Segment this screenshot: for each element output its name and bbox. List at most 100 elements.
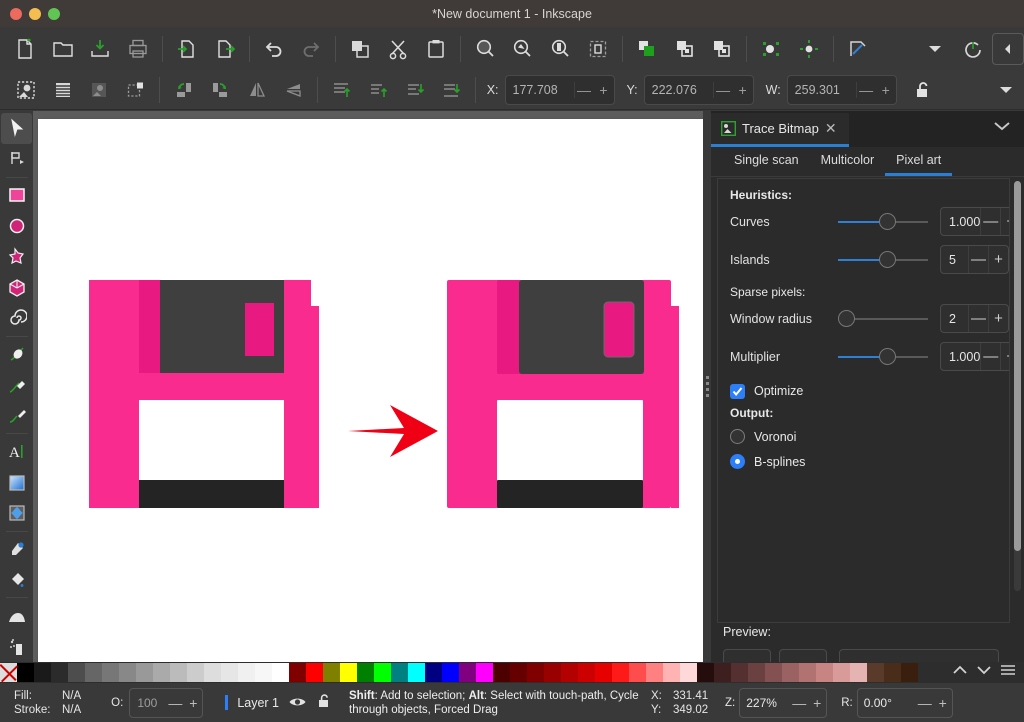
flip-horizontal-icon[interactable] <box>239 72 276 108</box>
flip-vertical-icon[interactable] <box>275 72 312 108</box>
redo-icon[interactable] <box>293 31 331 67</box>
pencil-tool[interactable] <box>1 370 32 401</box>
tab-pixel-art[interactable]: Pixel art <box>885 149 953 176</box>
palette-swatch[interactable] <box>357 663 374 682</box>
palette-swatch[interactable] <box>459 663 476 682</box>
group-icon[interactable] <box>628 31 666 67</box>
lock-open-icon[interactable] <box>316 693 333 712</box>
paint-bucket-tool[interactable] <box>1 565 32 596</box>
x-decrement-button[interactable]: — <box>573 81 594 98</box>
export-icon[interactable] <box>206 31 244 67</box>
undo-icon[interactable] <box>255 31 293 67</box>
fill-stroke-indicator[interactable]: Fill: N/A Stroke: N/A <box>14 689 81 717</box>
close-icon[interactable]: ✕ <box>825 120 837 137</box>
islands-slider[interactable] <box>838 251 928 269</box>
palette-swatch[interactable] <box>408 663 425 682</box>
islands-decrement-button[interactable]: — <box>968 246 988 273</box>
gradient-tool[interactable] <box>1 467 32 498</box>
rotate-cw-icon[interactable] <box>202 72 239 108</box>
palette-swatch[interactable] <box>255 663 272 682</box>
palette-swatch[interactable] <box>289 663 306 682</box>
palette-swatch[interactable] <box>340 663 357 682</box>
dock-footer-button-3[interactable] <box>839 649 999 663</box>
slider-knob[interactable] <box>838 310 855 327</box>
window-radius-slider[interactable] <box>838 310 928 328</box>
dock-footer-button-2[interactable] <box>779 649 827 663</box>
rotate-increment-button[interactable]: + <box>934 695 952 711</box>
canvas-area[interactable] <box>33 111 703 662</box>
opacity-decrement-button[interactable]: — <box>166 695 184 711</box>
slider-knob[interactable] <box>879 348 896 365</box>
enter-group-icon[interactable] <box>704 31 742 67</box>
x-increment-button[interactable]: + <box>594 82 614 98</box>
opacity-increment-button[interactable]: + <box>184 695 202 711</box>
palette-swatch[interactable] <box>833 663 850 682</box>
palette-swatch[interactable] <box>34 663 51 682</box>
close-window-button[interactable] <box>10 7 22 20</box>
traced-vector-floppy[interactable] <box>447 280 679 510</box>
dock-tab-trace-bitmap[interactable]: Trace Bitmap ✕ <box>711 113 849 147</box>
palette-swatch[interactable] <box>425 663 442 682</box>
multiplier-slider[interactable] <box>838 348 928 366</box>
rotate-ccw-icon[interactable] <box>165 72 202 108</box>
dock-scrollbar-thumb[interactable] <box>1014 181 1021 551</box>
palette-swatch[interactable] <box>850 663 867 682</box>
tab-single-scan[interactable]: Single scan <box>723 149 810 176</box>
source-bitmap-floppy[interactable] <box>89 280 319 510</box>
select-all-layers-icon[interactable] <box>44 72 81 108</box>
palette-swatch[interactable] <box>731 663 748 682</box>
palette-swatch[interactable] <box>221 663 238 682</box>
palette-swatch[interactable] <box>867 663 884 682</box>
print-icon[interactable] <box>119 31 157 67</box>
zoom-drawing-icon[interactable] <box>504 31 542 67</box>
ungroup-icon[interactable] <box>666 31 704 67</box>
cut-icon[interactable] <box>379 31 417 67</box>
spray-tool[interactable] <box>1 631 32 662</box>
palette-swatch[interactable] <box>714 663 731 682</box>
document-page[interactable] <box>38 119 703 662</box>
curves-spinbox[interactable]: 1.000 — + <box>940 207 1009 236</box>
opacity-field[interactable]: 100 — + <box>129 687 204 718</box>
palette-swatch[interactable] <box>85 663 102 682</box>
palette-swatch[interactable] <box>680 663 697 682</box>
palette-swatch[interactable] <box>136 663 153 682</box>
paste-icon[interactable] <box>417 31 455 67</box>
palette-swatch[interactable] <box>391 663 408 682</box>
zoom-page-width-icon[interactable] <box>579 31 617 67</box>
rectangle-tool[interactable] <box>1 180 32 211</box>
zoom-decrement-button[interactable]: — <box>790 695 808 711</box>
curves-decrement-button[interactable]: — <box>980 208 1000 235</box>
chevron-down-icon[interactable] <box>987 72 1024 108</box>
palette-swatch[interactable] <box>493 663 510 682</box>
bsplines-radio[interactable] <box>730 454 745 469</box>
y-increment-button[interactable]: + <box>733 82 753 98</box>
mesh-tool[interactable] <box>1 498 32 529</box>
eye-icon[interactable] <box>288 694 307 712</box>
rotate-decrement-button[interactable]: — <box>916 695 934 711</box>
palette-swatch[interactable] <box>816 663 833 682</box>
islands-spinbox[interactable]: 5 — + <box>940 245 1009 274</box>
curves-slider[interactable] <box>838 213 928 231</box>
voronoi-radio[interactable] <box>730 429 745 444</box>
palette-swatch[interactable] <box>68 663 85 682</box>
palette-swatch[interactable] <box>578 663 595 682</box>
islands-increment-button[interactable]: + <box>988 246 1008 273</box>
minimize-window-button[interactable] <box>29 7 41 20</box>
box3d-tool[interactable] <box>1 272 32 303</box>
palette-swatch[interactable] <box>629 663 646 682</box>
palette-swatch[interactable] <box>187 663 204 682</box>
tweak-tool[interactable] <box>1 600 32 631</box>
palette-menu-icon[interactable] <box>1000 663 1016 682</box>
x-field[interactable]: 177.708 — + <box>504 74 615 105</box>
open-document-icon[interactable] <box>44 31 82 67</box>
dock-footer-button-1[interactable] <box>723 649 771 663</box>
command-palette-icon[interactable] <box>954 31 992 67</box>
window-radius-spinbox[interactable]: 2 — + <box>940 304 1009 333</box>
lower-icon[interactable] <box>396 72 433 108</box>
lock-open-icon[interactable] <box>905 72 942 108</box>
palette-swatch[interactable] <box>17 663 34 682</box>
palette-swatch[interactable] <box>510 663 527 682</box>
ellipse-tool[interactable] <box>1 210 32 241</box>
palette-swatch[interactable] <box>646 663 663 682</box>
overflow-chevron-icon[interactable] <box>917 31 955 67</box>
